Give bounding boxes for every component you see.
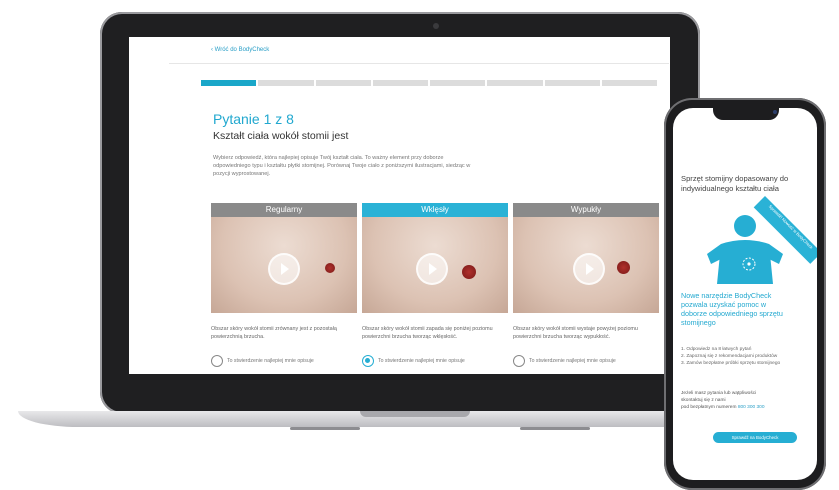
progress-segment — [258, 80, 314, 86]
option-description: Obszar skóry wokół stomii zrównany jest … — [211, 326, 337, 340]
option-card-regular[interactable]: Regularny Obszar skóry wokół stomii zrów… — [211, 203, 357, 367]
option-image — [513, 217, 659, 313]
option-radio-row[interactable]: To stwierdzenie najlepiej mnie opisuje — [513, 355, 659, 367]
radio-button[interactable] — [211, 355, 223, 367]
question-title: Kształt ciała wokół stomii jest — [213, 130, 349, 142]
phone-heading: Sprzęt stomijny dopasowany do indywidual… — [681, 174, 789, 193]
radio-button-selected[interactable] — [362, 355, 374, 367]
option-description: Obszar skóry wokół stomii wystaje powyże… — [513, 326, 638, 340]
check-bodycheck-button[interactable]: Sprawdź na BodyCheck — [713, 432, 797, 443]
progress-segment — [372, 80, 428, 86]
radio-label: To stwierdzenie najlepiej mnie opisuje — [378, 358, 465, 364]
option-radio-row[interactable]: To stwierdzenie najlepiej mnie opisuje — [362, 355, 508, 367]
radio-label: To stwierdzenie najlepiej mnie opisuje — [227, 358, 314, 364]
stoma-illustration — [325, 263, 335, 273]
phone-promo-text: Nowe narzędzie BodyCheck pozwala uzyskać… — [681, 291, 783, 327]
phone-notch — [713, 106, 779, 120]
radio-label: To stwierdzenie najlepiej mnie opisuje — [529, 358, 616, 364]
phone-camera — [773, 110, 777, 114]
option-image — [362, 217, 508, 313]
option-label: Wklęsły — [362, 203, 508, 217]
progress-segment — [601, 80, 657, 86]
stoma-illustration — [462, 265, 476, 279]
option-radio-row[interactable]: To stwierdzenie najlepiej mnie opisuje — [211, 355, 357, 367]
progress-segment — [315, 80, 371, 86]
option-description: Obszar skóry wokół stomii zapada się pon… — [362, 326, 493, 340]
option-label: Wypukły — [513, 203, 659, 217]
laptop-camera — [433, 23, 439, 29]
stoma-illustration — [617, 261, 630, 274]
body-figure-icon — [707, 215, 783, 284]
laptop-foot — [290, 427, 360, 430]
contact-line: Jeżeli masz pytania lub wątpliwości — [681, 391, 757, 396]
play-icon[interactable] — [573, 253, 605, 285]
list-item: 2. Zapoznaj się z rekomendacjami produkt… — [681, 354, 778, 359]
steps-list: 1. Odpowiedz na 8 łatwych pytań 2. Zapoz… — [681, 346, 807, 367]
progress-segment — [487, 80, 543, 86]
back-link[interactable]: ‹ Wróć do BodyCheck — [211, 47, 269, 53]
phone-screen: Sprzęt stomijny dopasowany do indywidual… — [673, 108, 817, 480]
radio-button[interactable] — [513, 355, 525, 367]
progress-bar — [201, 80, 657, 86]
option-label: Regularny — [211, 203, 357, 217]
contact-phone-number[interactable]: 800 300 300 — [738, 405, 765, 410]
laptop-foot — [520, 427, 590, 430]
option-card-convex[interactable]: Wypukły Obszar skóry wokół stomii wystaj… — [513, 203, 659, 367]
laptop-notch — [360, 411, 470, 417]
question-description: Wybierz odpowiedź, która najlepiej opisu… — [213, 155, 471, 177]
play-icon[interactable] — [268, 253, 300, 285]
list-item: 1. Odpowiedz na 8 łatwych pytań — [681, 347, 752, 352]
progress-segment — [544, 80, 600, 86]
contact-prefix: pod bezpłatnym numerem — [681, 405, 737, 410]
progress-segment — [430, 80, 486, 86]
progress-segment — [201, 80, 257, 86]
option-image — [211, 217, 357, 313]
contact-info: Jeżeli masz pytania lub wątpliwości skon… — [681, 390, 807, 411]
contact-line: pod bezpłatnym numerem 800 300 300 — [681, 404, 807, 411]
play-icon[interactable] — [416, 253, 448, 285]
contact-line: skontaktuj się z nami — [681, 398, 726, 403]
question-number: Pytanie 1 z 8 — [213, 111, 294, 127]
option-card-concave[interactable]: Wklęsły Obszar skóry wokół stomii zapada… — [362, 203, 508, 367]
laptop-screen: ‹ Wróć do BodyCheck Pytanie 1 z 8 Kształ… — [129, 37, 670, 374]
list-item: 3. Zamów bezpłatne próbki sprzętu stomij… — [681, 361, 781, 366]
header-divider — [169, 63, 669, 64]
